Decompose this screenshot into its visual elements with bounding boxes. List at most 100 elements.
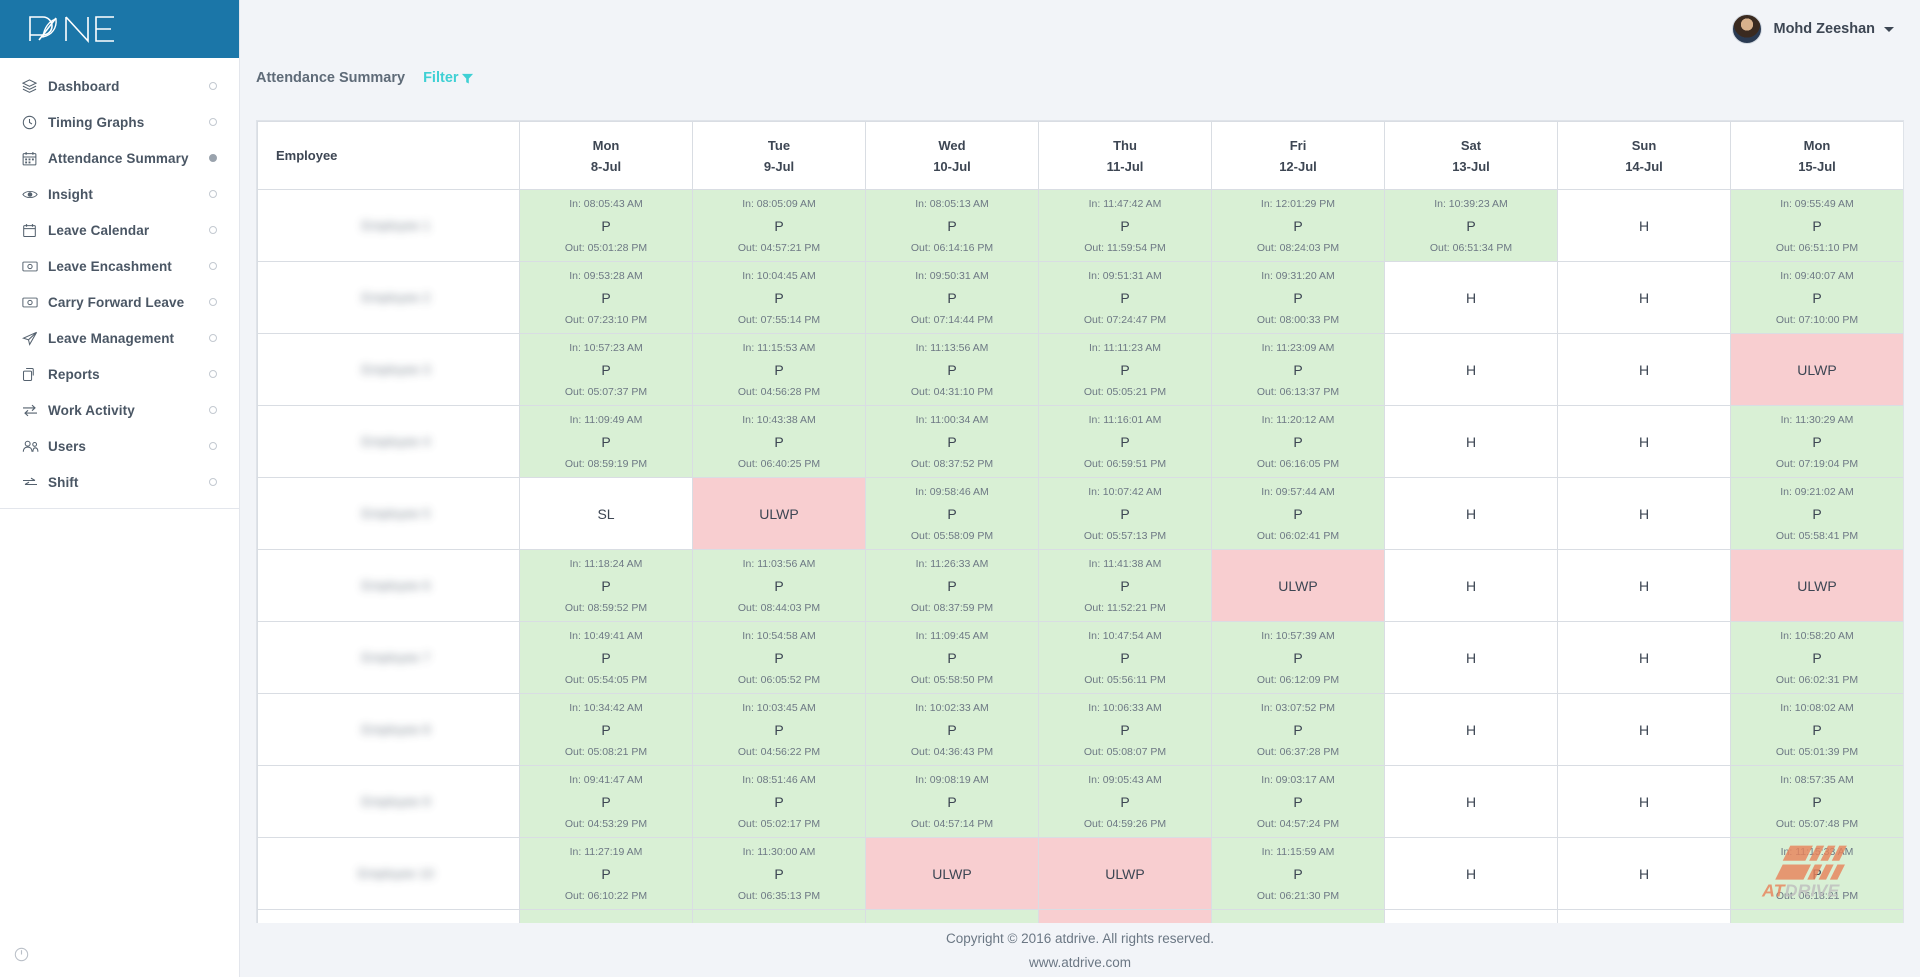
table-row[interactable]: Employee 10 In: 11:27:19 AM P Out: 06:10:22… [257, 837, 1903, 910]
attendance-cell[interactable]: In: 09:21:02 AM P Out: 05:58:41 PM [1730, 477, 1903, 550]
attendance-cell[interactable]: H [1384, 909, 1558, 923]
sidebar-item-leave-calendar[interactable]: Leave Calendar [0, 212, 239, 248]
employee-name-cell[interactable]: Employee 4 [257, 405, 520, 478]
attendance-cell[interactable]: ULWP [1038, 837, 1212, 910]
attendance-cell[interactable]: In: 11:20:12 AM P Out: 06:16:05 PM [1211, 405, 1385, 478]
attendance-cell[interactable]: In: 10:49:41 AM P Out: 05:54:05 PM [519, 621, 693, 694]
sidebar-item-carry-forward-leave[interactable]: Carry Forward Leave [0, 284, 239, 320]
attendance-cell[interactable]: In: 12:01:29 PM P Out: 08:24:03 PM [1211, 189, 1385, 262]
attendance-cell[interactable]: H [1557, 621, 1731, 694]
attendance-cell[interactable]: In: 08:05:43 AM P Out: 05:01:28 PM [519, 189, 693, 262]
sidebar-item-leave-encashment[interactable]: Leave Encashment [0, 248, 239, 284]
table-row[interactable]: Employee 8 In: 10:34:42 AM P Out: 05:08:21 … [257, 693, 1903, 766]
attendance-cell[interactable]: In: 10:58:20 AM P Out: 06:02:31 PM [1730, 621, 1903, 694]
attendance-cell[interactable]: In: 10:04:45 AM P Out: 07:55:14 PM [692, 261, 866, 334]
attendance-cell[interactable]: In: 11:09:45 AM P Out: 05:58:50 PM [865, 621, 1039, 694]
attendance-cell[interactable]: In: 09:50:31 AM P Out: 07:14:44 PM [865, 261, 1039, 334]
table-row[interactable]: Employee 4 In: 11:09:49 AM P Out: 08:59:19 … [257, 405, 1903, 478]
filter-button[interactable]: Filter [423, 70, 473, 86]
attendance-cell[interactable]: In: 03:07:52 PM P Out: 06:37:28 PM [1211, 693, 1385, 766]
attendance-cell[interactable]: In: 09:53:28 AM P Out: 07:23:10 PM [519, 261, 693, 334]
attendance-cell[interactable]: In: 11:13:56 AM P Out: 04:31:10 PM [865, 333, 1039, 406]
attendance-cell[interactable]: ULWP [1211, 549, 1385, 622]
employee-name-cell[interactable]: Employee 7 [257, 621, 520, 694]
attendance-cell[interactable]: In: 11:11:23 AM P Out: 05:05:21 PM [1038, 333, 1212, 406]
attendance-cell[interactable]: H [1557, 549, 1731, 622]
attendance-cell[interactable]: In: 11:15:59 AM P Out: 06:21:30 PM [1211, 837, 1385, 910]
attendance-cell[interactable]: In: 09:54:01 AMP [865, 909, 1039, 923]
column-header-day[interactable]: Mon 8-Jul [519, 121, 693, 190]
attendance-cell[interactable]: In: 08:05:13 AM P Out: 06:14:16 PM [865, 189, 1039, 262]
attendance-cell[interactable]: In: 11:16:01 AM P Out: 06:59:51 PM [1038, 405, 1212, 478]
attendance-cell[interactable]: In: 10:50:45 AMP [519, 909, 693, 923]
column-header-day[interactable]: Sun 14-Jul [1557, 121, 1731, 190]
employee-name-cell[interactable]: Employee 8 [257, 693, 520, 766]
table-row[interactable]: Employee 9 In: 09:41:47 AM P Out: 04:53:29 … [257, 765, 1903, 838]
employee-name-cell[interactable]: Employee 10 [257, 837, 520, 910]
table-row[interactable]: Employee 3 In: 10:57:23 AM P Out: 05:07:37 … [257, 333, 1903, 406]
attendance-cell[interactable]: In: 10:02:33 AM P Out: 04:36:43 PM [865, 693, 1039, 766]
attendance-cell[interactable]: In: 09:51:31 AM P Out: 07:24:47 PM [1038, 261, 1212, 334]
attendance-cell[interactable]: In: 09:40:07 AM P Out: 07:10:00 PM [1730, 261, 1903, 334]
column-header-day[interactable]: Mon 15-Jul [1730, 121, 1903, 190]
attendance-cell[interactable]: In: 11:27:19 AM P Out: 06:10:22 PM [519, 837, 693, 910]
table-row[interactable]: Employee 11In: 10:50:45 AMPIn: 09:38:26 … [257, 909, 1903, 923]
attendance-cell[interactable]: In: 10:57:39 AM P Out: 06:12:09 PM [1211, 621, 1385, 694]
attendance-cell[interactable]: ULWP [865, 837, 1039, 910]
attendance-cell[interactable]: In: 10:08:02 AM P Out: 05:01:39 PM [1730, 693, 1903, 766]
attendance-cell[interactable]: H [1557, 837, 1731, 910]
attendance-cell[interactable]: ULWP [1730, 333, 1903, 406]
attendance-cell[interactable]: In: 08:57:35 AM P Out: 05:07:48 PM [1730, 765, 1903, 838]
attendance-cell[interactable]: In: 10:57:23 AM P Out: 05:07:37 PM [519, 333, 693, 406]
attendance-cell[interactable]: In: 09:41:47 AM P Out: 04:53:29 PM [519, 765, 693, 838]
attendance-cell[interactable]: H [1384, 405, 1558, 478]
chevron-down-icon[interactable] [1884, 26, 1894, 32]
employee-name-cell[interactable]: Employee 11 [257, 909, 520, 923]
attendance-cell[interactable]: In: 11:30:29 AM P Out: 07:19:04 PM [1730, 405, 1903, 478]
attendance-cell[interactable]: H [1384, 765, 1558, 838]
attendance-cell[interactable]: In: 10:47:54 AM P Out: 05:56:11 PM [1038, 621, 1212, 694]
attendance-cell[interactable]: SL [519, 477, 693, 550]
attendance-cell[interactable]: In: 09:05:43 AM P Out: 04:59:26 PM [1038, 765, 1212, 838]
attendance-cell[interactable]: In: 09:58:46 AM P Out: 05:58:09 PM [865, 477, 1039, 550]
attendance-cell[interactable]: In: 09:38:26 AMP [692, 909, 866, 923]
attendance-cell[interactable]: In: 10:06:33 AM P Out: 05:08:07 PM [1038, 693, 1212, 766]
attendance-cell[interactable]: H [1557, 477, 1731, 550]
attendance-cell[interactable]: H [1384, 837, 1558, 910]
attendance-table-panel[interactable]: Employee Mon 8-Jul Tue 9-Jul Wed 10-Jul … [256, 120, 1904, 924]
attendance-cell[interactable]: H [1384, 549, 1558, 622]
sidebar-item-insight[interactable]: Insight [0, 176, 239, 212]
employee-name-cell[interactable]: Employee 2 [257, 261, 520, 334]
attendance-cell[interactable]: In: 08:05:09 AM P Out: 04:57:21 PM [692, 189, 866, 262]
attendance-cell[interactable]: In: 10:03:45 AM P Out: 04:56:22 PM [692, 693, 866, 766]
attendance-cell[interactable]: In: 11:18:24 AM P Out: 08:59:52 PM [519, 549, 693, 622]
attendance-cell[interactable]: H [1384, 621, 1558, 694]
attendance-cell[interactable]: H [1557, 405, 1731, 478]
attendance-cell[interactable]: In: 11:09:49 AM P Out: 08:59:19 PM [519, 405, 693, 478]
attendance-cell[interactable]: In: 11:44:41 AMP [1211, 909, 1385, 923]
attendance-cell[interactable]: In: 10:07:42 AM P Out: 05:57:13 PM [1038, 477, 1212, 550]
employee-name-cell[interactable]: Employee 1 [257, 189, 520, 262]
attendance-cell[interactable]: ULWP [1038, 909, 1212, 923]
column-header-day[interactable]: Thu 11-Jul [1038, 121, 1212, 190]
attendance-cell[interactable]: In: 11:30:00 AM P Out: 06:35:13 PM [692, 837, 866, 910]
table-row[interactable]: Employee 7 In: 10:49:41 AM P Out: 05:54:05 … [257, 621, 1903, 694]
employee-name-cell[interactable]: Employee 9 [257, 765, 520, 838]
attendance-cell[interactable]: ULWP [692, 477, 866, 550]
attendance-cell[interactable]: H [1384, 693, 1558, 766]
attendance-cell[interactable]: In: 09:55:49 AM P Out: 06:51:10 PM [1730, 189, 1903, 262]
attendance-cell[interactable]: In: 11:23:09 AM P Out: 06:13:37 PM [1211, 333, 1385, 406]
attendance-cell[interactable]: In: 11:47:42 AM P Out: 11:59:54 PM [1038, 189, 1212, 262]
attendance-cell[interactable]: In: 11:41:38 AM P Out: 11:52:21 PM [1038, 549, 1212, 622]
attendance-cell[interactable]: H [1557, 189, 1731, 262]
employee-name-cell[interactable]: Employee 6 [257, 549, 520, 622]
table-row[interactable]: Employee 2 In: 09:53:28 AM P Out: 07:23:10 … [257, 261, 1903, 334]
attendance-cell[interactable]: In: 09:03:17 AM P Out: 04:57:24 PM [1211, 765, 1385, 838]
attendance-cell[interactable]: H [1384, 261, 1558, 334]
column-header-day[interactable]: Fri 12-Jul [1211, 121, 1385, 190]
attendance-cell[interactable]: In: 10:39:23 AM P Out: 06:51:34 PM [1384, 189, 1558, 262]
table-row[interactable]: Employee 6 In: 11:18:24 AM P Out: 08:59:52 … [257, 549, 1903, 622]
attendance-cell[interactable]: H [1384, 477, 1558, 550]
sidebar-item-work-activity[interactable]: Work Activity [0, 392, 239, 428]
employee-name-cell[interactable]: Employee 5 [257, 477, 520, 550]
